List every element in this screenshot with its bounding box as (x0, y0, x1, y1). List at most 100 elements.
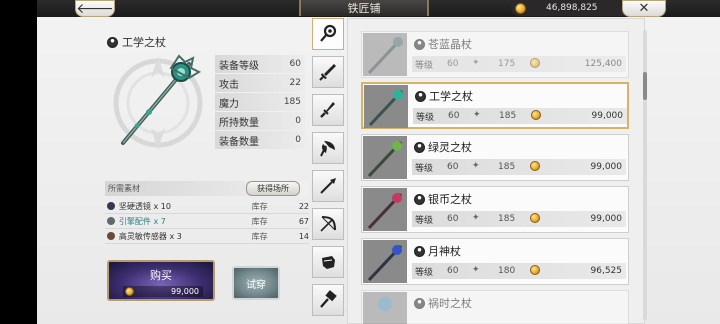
yin-yang-icon (415, 90, 426, 102)
yin-yang-icon (414, 38, 425, 50)
stock-count: 14 (298, 231, 309, 241)
tab-spear[interactable] (312, 170, 344, 202)
stat-value: 60 (289, 59, 301, 69)
level-value: 60 (447, 59, 459, 69)
tab-hammer[interactable] (312, 284, 344, 316)
sword-icon (319, 64, 336, 81)
stat-row: 魔力 185 (215, 93, 305, 111)
tab-gauntlet[interactable] (312, 246, 344, 278)
weapon-card[interactable]: 绿灵之杖 等级 60 ✦ 185 99,000 (361, 134, 629, 181)
stat-value: 185 (283, 97, 301, 107)
magic-icon: ✦ (472, 213, 480, 223)
gold-amount: 46,898,825 (546, 3, 598, 13)
hammer-icon (320, 290, 337, 308)
back-button[interactable]: 🡐 (75, 0, 115, 17)
page-title: 铁匠铺 (299, 0, 429, 16)
material-name: 引擎配件 x 7 (118, 216, 166, 226)
weapon-stats-bar: 等级 60 ✦ 185 99,000 (413, 108, 627, 124)
material-row[interactable]: 高灵敏传感器 x 3 库存 14 (105, 229, 309, 244)
yin-yang-icon (414, 297, 425, 309)
weapon-name-text: 祸时之杖 (428, 297, 472, 310)
buy-price-value: 99,000 (171, 287, 199, 296)
stat-value: 0 (295, 116, 301, 126)
weapon-card[interactable]: 银币之杖 等级 60 ✦ 185 99,000 (361, 186, 629, 233)
weapon-stats-bar: 等级 60 ✦ 185 99,000 (412, 211, 626, 227)
magic-value: 180 (498, 266, 516, 276)
magic-icon: ✦ (472, 161, 480, 171)
stock-label: 库存 (251, 201, 268, 211)
magic-icon: ✦ (473, 110, 481, 120)
sensor-icon (107, 232, 115, 240)
level-value: 60 (447, 162, 459, 172)
material-name: 高灵敏传感器 x 3 (118, 231, 182, 241)
magic-value: 175 (498, 59, 516, 69)
weapon-thumbnail (363, 240, 407, 283)
stat-row: 攻击 22 (215, 74, 305, 92)
stat-label: 所持数量 (219, 117, 259, 129)
stock-label: 库存 (251, 231, 268, 241)
weapon-card-selected[interactable]: 工学之杖 等级 60 ✦ 185 99,000 (361, 82, 629, 129)
stat-label: 攻击 (219, 79, 239, 91)
weapon-card[interactable]: 月神杖 等级 60 ✦ 180 96,525 (361, 238, 629, 285)
weapon-price: 99,000 (590, 162, 623, 172)
gold-coin-icon (531, 110, 541, 120)
weapon-stats-bar: 等级 60 ✦ 185 99,000 (412, 159, 626, 175)
weapon-name-text: 银币之杖 (428, 193, 472, 206)
stat-label: 装备等级 (219, 60, 259, 72)
weapon-name: 工学之杖 (415, 88, 473, 104)
close-button[interactable]: ✕ (622, 0, 666, 17)
staff-emblem-image (113, 54, 203, 150)
weapon-category-tabs (310, 18, 346, 324)
tab-sword[interactable] (312, 56, 344, 88)
stat-row: 装备数量 0 (215, 131, 305, 149)
gold-coin-icon (530, 58, 540, 68)
tab-staff[interactable] (312, 18, 344, 50)
weapon-stats-bar: 等级 60 ✦ 180 96,525 (412, 263, 626, 279)
level-value: 60 (447, 266, 459, 276)
try-on-button[interactable]: 试穿 (232, 266, 280, 300)
weapon-name-text: 苍蓝晶杖 (428, 38, 472, 51)
yin-yang-icon (107, 36, 118, 48)
tab-axe[interactable] (312, 132, 344, 164)
stat-row: 所持数量 0 (215, 112, 305, 130)
magic-value: 185 (498, 214, 516, 224)
dagger-icon (320, 102, 335, 118)
spear-icon (320, 178, 336, 194)
staff-icon (320, 24, 337, 42)
weapon-name-text: 月神杖 (428, 245, 461, 258)
weapon-thumbnail (363, 33, 407, 76)
yin-yang-icon (414, 245, 425, 257)
list-scroll-thumb[interactable] (643, 72, 647, 100)
material-row[interactable]: 坚硬透镜 x 10 库存 22 (105, 199, 309, 214)
gold-coin-icon (515, 2, 526, 14)
material-row[interactable]: 引擎配件 x 7 库存 67 (105, 214, 309, 229)
weapon-name: 祸时之杖 (414, 295, 472, 311)
stat-label: 装备数量 (219, 136, 259, 148)
tab-bow[interactable] (312, 208, 344, 240)
materials-list: 坚硬透镜 x 10 库存 22 引擎配件 x 7 库存 67 高灵敏传感器 x … (105, 199, 309, 244)
weapon-thumbnail (363, 136, 407, 179)
yin-yang-icon (414, 193, 425, 205)
magic-icon: ✦ (472, 58, 480, 68)
gold-balance: 46,898,825 (511, 0, 631, 16)
stock-label: 库存 (251, 216, 268, 226)
buy-label: 购买 (150, 269, 172, 282)
weapon-card[interactable]: 祸时之杖 (361, 290, 629, 324)
weapon-card[interactable]: 苍蓝晶杖 等级 60 ✦ 175 125,400 (361, 31, 629, 78)
weapon-name-text: 工学之杖 (429, 90, 473, 103)
obtain-location-button[interactable]: 获得场所 (246, 181, 300, 196)
materials-title: 所需素材 (108, 184, 140, 193)
lens-icon (107, 202, 115, 210)
buy-button[interactable]: 购买 99,000 (107, 260, 215, 301)
magic-value: 185 (499, 111, 517, 121)
stat-label: 魔力 (219, 98, 239, 110)
level-value: 60 (448, 111, 460, 121)
weapon-name: 银币之杖 (414, 191, 472, 207)
arrow-left-icon: 🡐 (76, 1, 114, 17)
bow-icon (320, 216, 336, 232)
axe-icon (320, 141, 335, 157)
buy-price: 99,000 (123, 286, 203, 297)
material-name: 坚硬透镜 x 10 (118, 201, 171, 211)
tab-dagger[interactable] (312, 94, 344, 126)
magic-value: 185 (498, 162, 516, 172)
